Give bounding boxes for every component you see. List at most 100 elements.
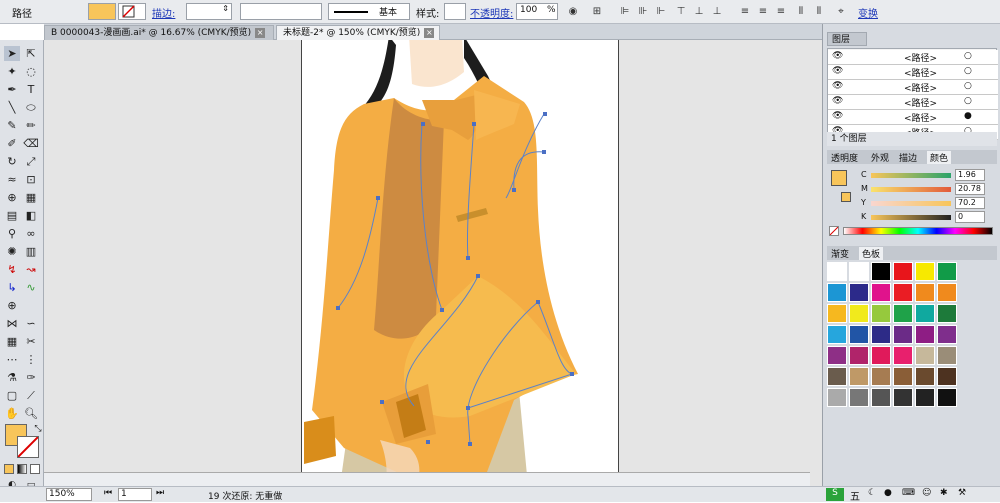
path-eraser-tool-icon[interactable]: ∿ [23,280,39,295]
isolate-icon[interactable]: ⌖ [834,4,848,19]
color-swatch[interactable] [849,325,869,344]
width-tool-icon[interactable]: ⋯ [4,352,20,367]
color-swatch[interactable] [893,262,913,281]
yellow-input[interactable]: 70.2 [955,197,985,209]
align-bottom-icon[interactable]: ⊥ [710,4,724,19]
stroke-weight-input[interactable]: ⇕ [186,3,232,20]
close-icon[interactable]: × [424,27,435,38]
keyboard-icon[interactable]: ⌨ [902,488,915,498]
transform-link[interactable]: 变换 [858,5,878,20]
fill-color-dropdown[interactable] [88,3,116,20]
scissors-tool-icon[interactable]: ✂ [23,334,39,349]
distribute-right-icon[interactable]: ⦀ [812,4,826,19]
color-swatch[interactable] [937,283,957,302]
align-top-icon[interactable]: ⊤ [674,4,688,19]
black-slider-track[interactable] [871,215,951,220]
brush-dropdown[interactable]: 基本 [328,3,410,20]
color-swatch[interactable] [893,388,913,407]
color-swatch[interactable] [871,325,891,344]
settings-icon[interactable]: ✱ [940,488,948,498]
color-swatch[interactable] [849,367,869,386]
target-icon[interactable]: ○ [964,81,972,91]
color-swatch[interactable] [849,346,869,365]
knife-tool-icon[interactable]: ⟋ [23,388,39,403]
black-slider-row[interactable]: K0 [827,211,997,225]
color-swatch[interactable] [937,346,957,365]
canvas-area[interactable] [44,40,822,486]
graph-tool-icon[interactable]: ⋮ [23,352,39,367]
opacity-label[interactable]: 不透明度: [470,5,513,20]
color-swatch[interactable] [893,325,913,344]
free-transform-tool-icon[interactable]: ⊡ [23,172,39,187]
eye-icon[interactable]: 👁︎ [832,96,843,106]
black-input[interactable]: 0 [955,211,985,223]
color-swatch[interactable] [937,325,957,344]
next-page-icon[interactable]: ⏭ [156,488,164,498]
color-swatch[interactable] [827,283,847,302]
color-swatch[interactable] [849,388,869,407]
punctuation-icon[interactable]: ● [884,488,892,498]
color-swatch[interactable] [871,367,891,386]
tab-gradient[interactable]: 渐变 [831,247,849,260]
gradient-tool-icon[interactable]: ◧ [23,208,39,223]
color-swatch[interactable] [937,262,957,281]
color-swatch[interactable] [827,325,847,344]
moon-icon[interactable]: ☾ [868,488,876,498]
layers-panel-tab[interactable]: 图层 [827,32,867,46]
crosshair-tool-icon[interactable]: ⊕ [4,298,20,313]
lasso-tool-icon[interactable]: ◌ [23,64,39,79]
color-swatch[interactable] [827,367,847,386]
eyedropper-tool-icon[interactable]: ⚲ [4,226,20,241]
distribute-vcenter-icon[interactable]: ≡ [756,4,770,19]
magic-wand-tool-icon[interactable]: ✦ [4,64,20,79]
color-swatch[interactable] [915,262,935,281]
magenta-slider-track[interactable] [871,187,951,192]
color-swatch[interactable] [827,262,847,281]
align-vcenter-icon[interactable]: ⊥ [692,4,706,19]
type-tool-icon[interactable]: T [23,82,39,97]
stroke-label[interactable]: 描边: [152,5,175,20]
layer-row[interactable]: 👁︎ <路径> ○ [828,95,998,110]
user-icon[interactable]: ☺ [922,488,931,498]
first-page-icon[interactable]: ⏮ [104,488,112,498]
distribute-left-icon[interactable]: ⦀ [794,4,808,19]
warp-tool-icon[interactable]: ≈ [4,172,20,187]
eyedropper-2-tool-icon[interactable]: ⚗ [4,370,20,385]
opacity-input[interactable]: 100 % [516,3,558,20]
variable-width-dropdown[interactable] [240,3,322,20]
tab-transparency[interactable]: 透明度 [831,151,858,164]
gradient-mode-icon[interactable] [17,464,27,474]
magenta-slider-row[interactable]: M 20.78 [827,183,997,197]
envelope-tool-icon[interactable]: ∽ [23,316,39,331]
add-anchor-tool-icon[interactable]: ↯ [4,262,20,277]
color-swatch[interactable] [937,388,957,407]
rotate-tool-icon[interactable]: ↻ [4,154,20,169]
distribute-bottom-icon[interactable]: ≡ [774,4,788,19]
tab-stroke[interactable]: 描边 [899,151,917,164]
color-swatch[interactable] [915,325,935,344]
scale-tool-icon[interactable]: ⤢ [23,154,39,169]
align-right-icon[interactable]: ⊩ [654,4,668,19]
blend-tool-icon[interactable]: ∞ [23,226,39,241]
color-swatch[interactable] [915,346,935,365]
tab-doc-1[interactable]: B 0000043-漫画画.ai* @ 16.67% (CMYK/预览) × [44,25,274,40]
illustration[interactable] [44,40,822,486]
pencil-tool-icon[interactable]: ✏ [23,118,39,133]
color-swatch[interactable] [871,262,891,281]
slice-tool-icon[interactable]: ▦ [4,334,20,349]
color-swatch[interactable] [827,388,847,407]
wrench-icon[interactable]: ⚒ [958,488,966,498]
eraser-tool-icon[interactable]: ⌫ [23,136,39,151]
target-icon[interactable]: ○ [964,51,972,61]
layer-row[interactable]: 👁︎ <路径> ○ [828,80,998,95]
color-swatch[interactable] [915,388,935,407]
pen-tool-icon[interactable]: ✒ [4,82,20,97]
color-swatch[interactable] [915,304,935,323]
color-swatch[interactable] [893,346,913,365]
target-icon[interactable]: ○ [964,96,972,106]
ellipse-tool-icon[interactable]: ⬭ [23,100,39,115]
color-swatch[interactable] [871,346,891,365]
layer-row[interactable]: 👁︎ <路径> ● [828,110,998,125]
blob-brush-tool-icon[interactable]: ✐ [4,136,20,151]
magenta-input[interactable]: 20.78 [955,183,985,195]
